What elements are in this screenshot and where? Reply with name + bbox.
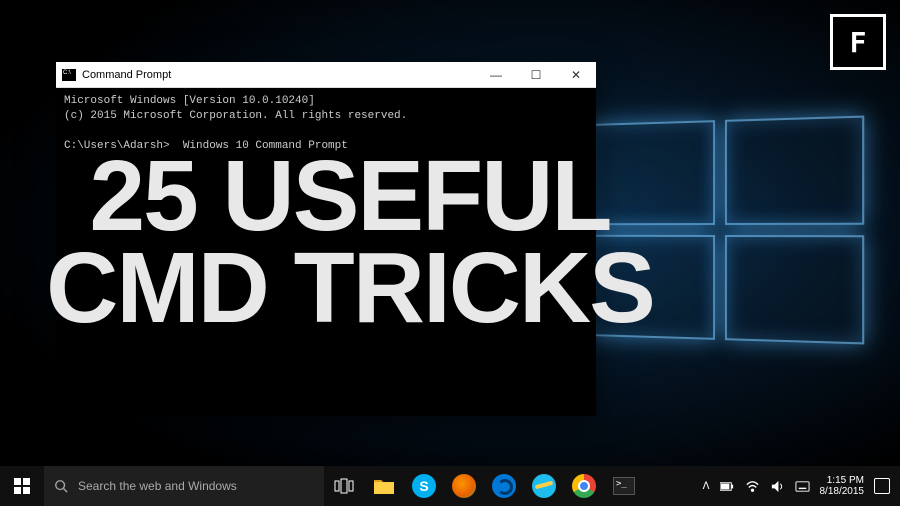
folder-icon — [373, 477, 395, 495]
maximize-button[interactable]: ☐ — [516, 62, 556, 88]
taskbar-pinned: S >_ — [324, 466, 644, 506]
windows-logo-wallpaper — [587, 116, 865, 345]
volume-icon[interactable] — [770, 479, 785, 494]
taskview-button[interactable] — [324, 466, 364, 506]
windows-icon — [14, 478, 30, 494]
clock-date: 8/18/2015 — [820, 486, 865, 497]
watermark-badge: F — [830, 14, 886, 70]
firefox-icon — [452, 474, 476, 498]
terminal-button[interactable]: >_ — [604, 466, 644, 506]
chrome-button[interactable] — [564, 466, 604, 506]
search-placeholder: Search the web and Windows — [78, 479, 237, 493]
taskview-icon — [334, 478, 354, 494]
clock-time: 1:15 PM — [820, 475, 865, 486]
window-title: Command Prompt — [82, 69, 476, 81]
edge-icon — [492, 474, 516, 498]
search-icon — [54, 479, 68, 493]
edge-button[interactable] — [484, 466, 524, 506]
firefox-button[interactable] — [444, 466, 484, 506]
taskbar: Search the web and Windows S — [0, 466, 900, 506]
search-box[interactable]: Search the web and Windows — [44, 466, 324, 506]
system-tray: ᐱ 1:15 PM 8/18/2015 — [703, 475, 900, 497]
skype-button[interactable]: S — [404, 466, 444, 506]
close-button[interactable]: ✕ — [556, 62, 596, 88]
command-prompt-window: Command Prompt — ☐ ✕ Microsoft Windows [… — [56, 62, 596, 416]
terminal-icon: >_ — [613, 477, 635, 495]
clock[interactable]: 1:15 PM 8/18/2015 — [820, 475, 865, 497]
ie-icon — [532, 474, 556, 498]
cmd-icon — [62, 69, 76, 81]
tray-overflow-button[interactable]: ᐱ — [703, 481, 710, 492]
terminal-body[interactable]: Microsoft Windows [Version 10.0.10240] (… — [56, 88, 596, 416]
file-explorer-button[interactable] — [364, 466, 404, 506]
start-button[interactable] — [0, 466, 44, 506]
chrome-icon — [572, 474, 596, 498]
wifi-icon[interactable] — [745, 479, 760, 494]
terminal-line: (c) 2015 Microsoft Corporation. All righ… — [64, 110, 407, 122]
minimize-button[interactable]: — — [476, 62, 516, 88]
ie-button[interactable] — [524, 466, 564, 506]
terminal-prompt: C:\Users\Adarsh> Windows 10 Command Prom… — [64, 140, 348, 152]
skype-icon: S — [412, 474, 436, 498]
terminal-line: Microsoft Windows [Version 10.0.10240] — [64, 95, 315, 107]
keyboard-icon[interactable] — [795, 479, 810, 494]
window-titlebar[interactable]: Command Prompt — ☐ ✕ — [56, 62, 596, 88]
action-center-button[interactable] — [874, 478, 890, 494]
battery-icon[interactable] — [720, 479, 735, 494]
